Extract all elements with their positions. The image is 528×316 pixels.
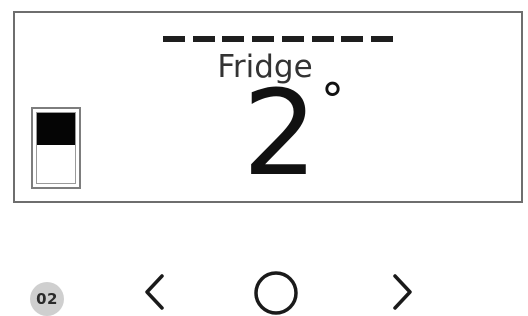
indicator-dash bbox=[370, 36, 393, 42]
chevron-right-icon bbox=[393, 274, 412, 310]
indicator-dash bbox=[222, 36, 245, 42]
indicator-dash bbox=[341, 36, 364, 42]
select-button[interactable] bbox=[249, 267, 303, 316]
level-gauge bbox=[31, 107, 81, 189]
level-gauge-track bbox=[36, 112, 76, 184]
fridge-display-illustration: 01 Fridge 2 ° 02 bbox=[0, 0, 528, 316]
indicator-dash bbox=[311, 36, 334, 42]
zone-indicator-dashes bbox=[163, 36, 393, 42]
indicator-dash bbox=[163, 36, 185, 42]
chevron-left-icon bbox=[145, 274, 164, 310]
circle-icon bbox=[254, 271, 298, 315]
previous-button[interactable] bbox=[138, 270, 172, 314]
display-panel: Fridge 2 ° bbox=[13, 11, 523, 203]
level-gauge-fill bbox=[37, 113, 75, 145]
indicator-dash bbox=[192, 36, 215, 42]
degree-symbol: ° bbox=[321, 73, 344, 127]
indicator-dash bbox=[252, 36, 275, 42]
step-number-badge: 02 bbox=[30, 282, 64, 316]
next-button[interactable] bbox=[385, 270, 419, 314]
indicator-dash bbox=[281, 36, 304, 42]
temperature-value: 2 bbox=[242, 64, 318, 202]
